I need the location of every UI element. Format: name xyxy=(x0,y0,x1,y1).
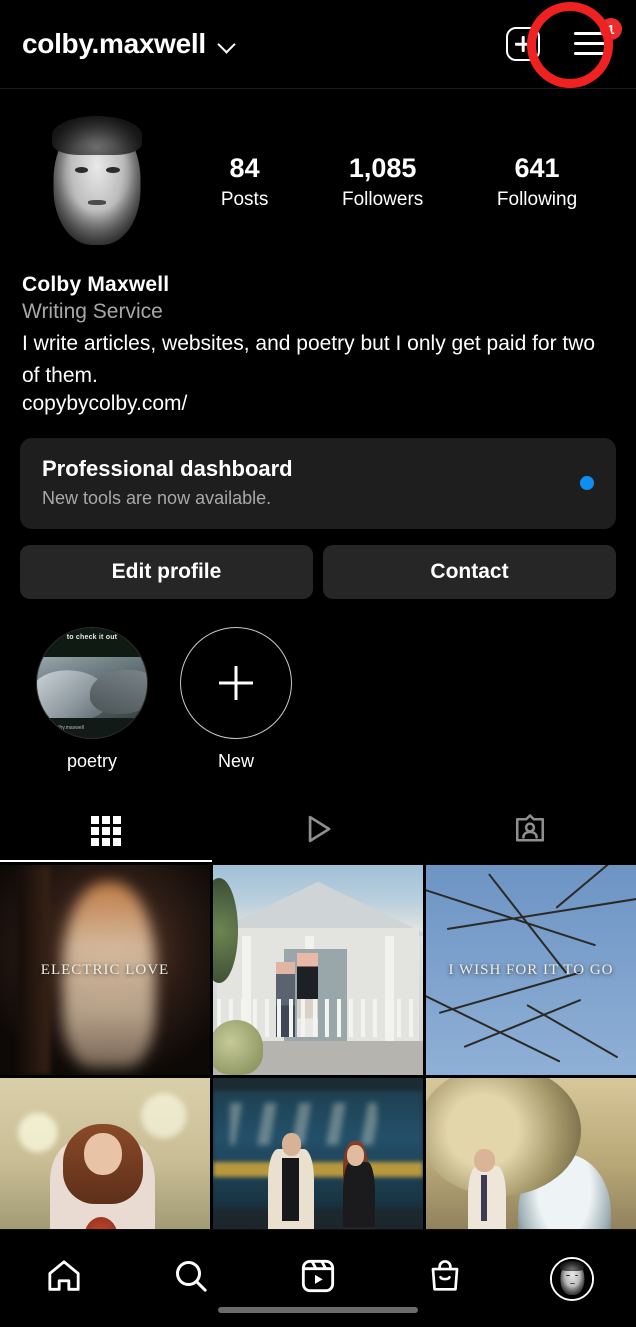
menu-badge: 1 xyxy=(600,18,622,40)
highlight-thumb-handle: @colby.maxwell xyxy=(48,725,84,732)
tab-grid[interactable] xyxy=(0,800,212,862)
profile-stats: 84 Posts 1,085 Followers 641 Following xyxy=(172,153,614,210)
highlight-label: New xyxy=(217,751,254,771)
stat-label: Followers xyxy=(341,188,424,210)
tab-tagged[interactable] xyxy=(424,800,636,862)
nav-search[interactable] xyxy=(127,1256,254,1301)
highlight-thumb-caption: to check it out xyxy=(66,633,118,641)
highlight-thumbnail[interactable]: to check it out @colby.maxwell xyxy=(36,627,148,739)
active-tab-underline xyxy=(0,859,212,862)
story-highlights: to check it out @colby.maxwell poetry Ne… xyxy=(0,599,636,772)
plus-square-icon[interactable] xyxy=(506,27,540,61)
contact-button[interactable]: Contact xyxy=(323,545,616,599)
highlight-poetry[interactable]: to check it out @colby.maxwell poetry xyxy=(34,627,150,772)
nav-reels[interactable] xyxy=(254,1256,381,1301)
post-thumbnail[interactable]: ELECTRIC LOVE xyxy=(0,865,210,1075)
stat-followers[interactable]: 1,085 Followers xyxy=(342,153,423,210)
username-switcher[interactable]: colby.maxwell xyxy=(22,28,236,60)
home-icon xyxy=(44,1256,84,1301)
grid-icon xyxy=(91,816,121,846)
bio-link[interactable]: copybycolby.com/ xyxy=(22,392,614,416)
bio-text: I write articles, websites, and poetry b… xyxy=(22,332,596,387)
stat-label: Posts xyxy=(220,188,269,210)
hamburger-menu-icon[interactable]: 1 xyxy=(570,18,622,64)
profile-category: Writing Service xyxy=(22,300,163,323)
notification-dot-icon xyxy=(580,475,594,490)
profile-tabs xyxy=(0,800,636,862)
stat-following[interactable]: 641 Following xyxy=(497,153,577,210)
post-caption: ELECTRIC LOVE xyxy=(40,961,170,978)
stat-label: Following xyxy=(496,188,578,210)
nav-shop[interactable] xyxy=(382,1257,509,1300)
tab-reels[interactable] xyxy=(212,800,424,862)
posts-grid: ELECTRIC LOVE I WISH FOR IT TO GO xyxy=(0,865,636,1288)
post-thumbnail[interactable]: I WISH FOR IT TO GO xyxy=(426,865,636,1075)
edit-profile-button[interactable]: Edit profile xyxy=(20,545,313,599)
nav-home[interactable] xyxy=(0,1256,127,1301)
shopping-bag-icon xyxy=(426,1257,464,1300)
search-icon xyxy=(171,1256,211,1301)
bio-section: Colby Maxwell Writing Service I write ar… xyxy=(0,257,636,416)
home-indicator xyxy=(218,1307,418,1313)
plus-icon xyxy=(219,666,253,700)
stat-value: 641 xyxy=(514,153,560,184)
dashboard-title: Professional dashboard xyxy=(42,456,293,481)
chevron-down-icon[interactable] xyxy=(220,38,236,54)
username-label: colby.maxwell xyxy=(22,28,206,59)
display-name: Colby Maxwell xyxy=(22,273,170,296)
stat-value: 84 xyxy=(229,153,260,184)
top-bar: colby.maxwell 1 xyxy=(0,0,636,88)
avatar[interactable] xyxy=(22,107,172,257)
highlight-label: poetry xyxy=(66,751,118,771)
tagged-person-icon xyxy=(512,811,548,852)
dashboard-subtitle: New tools are now available. xyxy=(42,488,272,508)
profile-header: 84 Posts 1,085 Followers 641 Following xyxy=(0,89,636,257)
professional-dashboard-card[interactable]: Professional dashboard New tools are now… xyxy=(20,438,616,529)
post-caption: I WISH FOR IT TO GO xyxy=(448,961,614,978)
stat-posts[interactable]: 84 Posts xyxy=(221,153,269,210)
bottom-navigation xyxy=(0,1229,636,1327)
highlight-new[interactable]: New xyxy=(178,627,294,772)
play-triangle-icon xyxy=(299,810,337,853)
nav-profile[interactable] xyxy=(509,1256,636,1301)
avatar-icon xyxy=(550,1256,595,1301)
profile-actions: Edit profile Contact xyxy=(0,529,636,599)
reels-icon xyxy=(298,1256,338,1301)
post-thumbnail[interactable] xyxy=(213,865,423,1075)
stat-value: 1,085 xyxy=(348,153,417,184)
new-highlight-button[interactable] xyxy=(180,627,292,739)
